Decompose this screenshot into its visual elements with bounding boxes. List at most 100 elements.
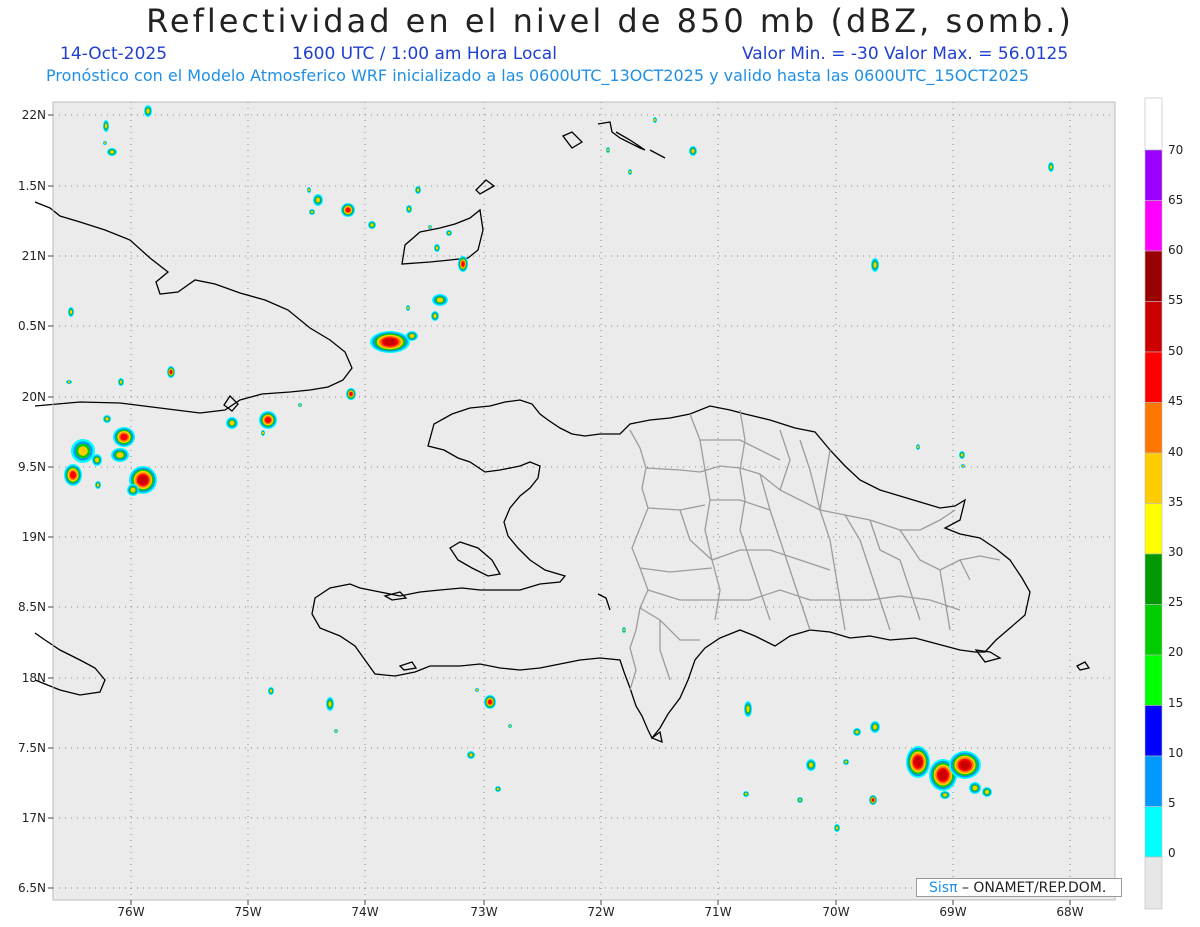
reflectivity-cell: [167, 366, 175, 378]
reflectivity-cell: [111, 448, 129, 462]
sispi-logo-text: Sisπ: [929, 880, 958, 896]
reflectivity-cell: [259, 411, 277, 429]
reflectivity-cell: [103, 141, 107, 145]
lon-tick-label: 69W: [939, 905, 966, 919]
lat-tick-label: 17N: [22, 811, 46, 825]
reflectivity-cell: [307, 187, 311, 193]
reflectivity-cell: [689, 146, 697, 156]
reflectivity-cell: [406, 331, 418, 341]
reflectivity-cell: [628, 169, 632, 175]
reflectivity-cell: [743, 791, 749, 797]
colorbar-segment: [1144, 654, 1163, 706]
colorbar-label: 40: [1168, 445, 1183, 459]
lat-tick-label: 1.5N: [18, 179, 46, 193]
lon-tick-label: 72W: [587, 905, 614, 919]
reflectivity-cell: [415, 186, 421, 194]
reflectivity-cell: [268, 687, 274, 695]
colorbar-label: 35: [1168, 495, 1183, 509]
reflectivity-cell: [309, 209, 315, 215]
colorbar-label: 15: [1168, 696, 1183, 710]
colorbar-segment: [1144, 301, 1163, 353]
reflectivity-cell: [428, 225, 432, 229]
lat-tick-label: 22N: [22, 108, 46, 122]
colorbar-label: 70: [1168, 143, 1183, 157]
reflectivity-cell: [118, 378, 124, 386]
reflectivity-cell: [66, 380, 72, 384]
reflectivity-cell: [1048, 162, 1054, 172]
reflectivity-cell: [298, 403, 302, 407]
lat-tick-label: 6.5N: [18, 881, 46, 895]
reflectivity-cell: [226, 417, 238, 429]
reflectivity-cell: [103, 415, 111, 423]
colorbar-label: 55: [1168, 293, 1183, 307]
reflectivity-cell: [341, 203, 355, 217]
colorbar-segment: [1144, 452, 1163, 504]
reflectivity-cell: [869, 795, 877, 805]
colorbar-segment: [1144, 856, 1163, 910]
reflectivity-cell: [940, 791, 950, 799]
reflectivity-cell: [434, 244, 440, 252]
reflectivity-cell: [653, 117, 657, 123]
reflectivity-cell: [484, 695, 496, 709]
colorbar-segment: [1144, 97, 1163, 151]
lat-tick-label: 20N: [22, 390, 46, 404]
reflectivity-cell: [458, 256, 468, 272]
colorbar: 7065605550454035302520151050: [1144, 97, 1183, 910]
reflectivity-cell: [334, 729, 338, 733]
colorbar-segment: [1144, 755, 1163, 807]
colorbar-label: 45: [1168, 394, 1183, 408]
reflectivity-cell: [326, 697, 334, 711]
reflectivity-cell: [806, 759, 816, 771]
colorbar-label: 50: [1168, 344, 1183, 358]
reflectivity-cell: [797, 797, 803, 803]
reflectivity-cell: [71, 439, 95, 463]
reflectivity-cell: [959, 451, 965, 459]
reflectivity-cell: [107, 148, 117, 156]
reflectivity-cell: [432, 294, 448, 306]
reflectivity-cell: [982, 787, 992, 797]
reflectivity-cell: [144, 105, 152, 117]
lat-tick-label: 7.5N: [18, 741, 46, 755]
lon-tick-label: 70W: [822, 905, 849, 919]
colorbar-label: 25: [1168, 595, 1183, 609]
lat-tick-label: 8.5N: [18, 600, 46, 614]
lon-tick-label: 76W: [117, 905, 144, 919]
reflectivity-cell: [368, 221, 376, 229]
reflectivity-cell: [446, 230, 452, 236]
reflectivity-cell: [949, 751, 981, 779]
reflectivity-cell: [916, 444, 920, 450]
colorbar-segment: [1144, 503, 1163, 555]
colorbar-segment: [1144, 402, 1163, 454]
reflectivity-cell: [346, 388, 356, 400]
colorbar-segment: [1144, 806, 1163, 858]
reflectivity-cell: [853, 728, 861, 736]
reflectivity-cell: [406, 205, 412, 213]
reflectivity-cell: [103, 120, 109, 132]
longitude-labels: 76W 75W 74W 73W 72W 71W 70W 69W 68W: [117, 900, 1084, 919]
lat-tick-label: 19N: [22, 530, 46, 544]
colorbar-segment: [1144, 604, 1163, 656]
reflectivity-cell: [64, 464, 82, 486]
reflectivity-cell: [68, 307, 74, 317]
lat-tick-label: 18N: [22, 671, 46, 685]
latitude-labels: 22N 1.5N 21N 0.5N 20N 9.5N 19N 8.5N 18N 7.5N 17N 6.…: [18, 108, 53, 895]
colorbar-label: 20: [1168, 645, 1183, 659]
lon-tick-label: 74W: [351, 905, 378, 919]
reflectivity-cell: [127, 484, 139, 496]
colorbar-label: 5: [1168, 796, 1176, 810]
reflectivity-cell: [92, 454, 102, 466]
reflectivity-cell: [508, 724, 512, 728]
reflectivity-cell: [467, 751, 475, 759]
reflectivity-cell: [744, 701, 752, 717]
reflectivity-cell: [431, 311, 439, 321]
reflectivity-cell: [622, 627, 626, 633]
lon-tick-label: 71W: [704, 905, 731, 919]
colorbar-label: 0: [1168, 846, 1176, 860]
reflectivity-cell: [370, 331, 410, 353]
reflectivity-cell: [843, 759, 849, 765]
colorbar-label: 30: [1168, 545, 1183, 559]
colorbar-segment: [1144, 250, 1163, 302]
reflectivity-cell: [906, 746, 930, 778]
reflectivity-cell: [406, 305, 410, 311]
colorbar-label: 10: [1168, 746, 1183, 760]
